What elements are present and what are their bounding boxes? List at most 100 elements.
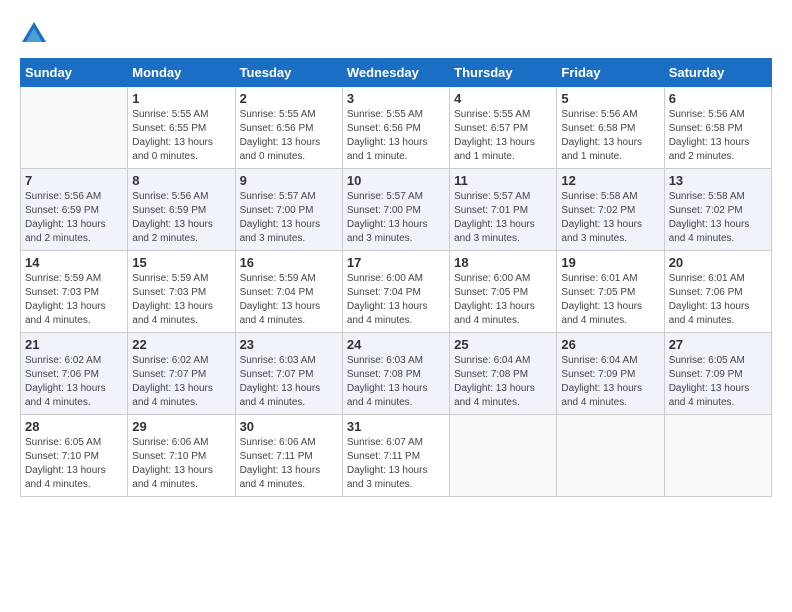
calendar-day-cell: 22Sunrise: 6:02 AMSunset: 7:07 PMDayligh…: [128, 333, 235, 415]
calendar-week-row: 1 Sunrise: 5:55 AMSunset: 6:55 PMDaylight…: [21, 87, 772, 169]
calendar-day-cell: 9 Sunrise: 5:57 AMSunset: 7:00 PMDaylight…: [235, 169, 342, 251]
calendar-day-cell: 25 Sunrise: 6:04 AMSunset: 7:08 PMDayligh…: [450, 333, 557, 415]
weekday-header-wednesday: Wednesday: [342, 59, 449, 87]
day-info: Sunrise: 5:55 AMSunset: 6:57 PMDaylight:…: [454, 108, 552, 164]
day-number: 19: [561, 255, 659, 270]
calendar-day-cell: [450, 415, 557, 497]
day-number: 12: [561, 173, 659, 188]
day-number: 26: [561, 337, 659, 352]
calendar-day-cell: [664, 415, 771, 497]
day-info: Sunrise: 6:06 AMSunset: 7:11 PMDaylight:…: [240, 436, 338, 492]
day-number: 13: [669, 173, 767, 188]
day-number: 5: [561, 91, 659, 106]
day-info: Sunrise: 6:02 AMSunset: 7:06 PMDaylight:…: [25, 354, 123, 410]
calendar-day-cell: 24 Sunrise: 6:03 AMSunset: 7:08 PMDayligh…: [342, 333, 449, 415]
day-number: 9: [240, 173, 338, 188]
calendar-day-cell: 8 Sunrise: 5:56 AMSunset: 6:59 PMDaylight…: [128, 169, 235, 251]
day-number: 7: [25, 173, 123, 188]
day-info: Sunrise: 5:57 AMSunset: 7:01 PMDaylight:…: [454, 190, 552, 246]
day-info: Sunrise: 5:55 AMSunset: 6:56 PMDaylight:…: [240, 108, 338, 164]
calendar-week-row: 7 Sunrise: 5:56 AMSunset: 6:59 PMDaylight…: [21, 169, 772, 251]
day-info: Sunrise: 5:56 AMSunset: 6:58 PMDaylight:…: [669, 108, 767, 164]
day-info: Sunrise: 6:04 AMSunset: 7:09 PMDaylight:…: [561, 354, 659, 410]
day-number: 24: [347, 337, 445, 352]
calendar-day-cell: 30 Sunrise: 6:06 AMSunset: 7:11 PMDayligh…: [235, 415, 342, 497]
day-number: 10: [347, 173, 445, 188]
calendar-day-cell: [557, 415, 664, 497]
day-info: Sunrise: 5:58 AMSunset: 7:02 PMDaylight:…: [561, 190, 659, 246]
day-number: 31: [347, 419, 445, 434]
day-number: 29: [132, 419, 230, 434]
calendar-day-cell: 18 Sunrise: 6:00 AMSunset: 7:05 PMDayligh…: [450, 251, 557, 333]
day-info: Sunrise: 6:01 AMSunset: 7:06 PMDaylight:…: [669, 272, 767, 328]
calendar-day-cell: 2Sunrise: 5:55 AMSunset: 6:56 PMDaylight…: [235, 87, 342, 169]
day-number: 6: [669, 91, 767, 106]
day-number: 15: [132, 255, 230, 270]
day-info: Sunrise: 5:55 AMSunset: 6:55 PMDaylight:…: [132, 108, 230, 164]
day-info: Sunrise: 6:00 AMSunset: 7:05 PMDaylight:…: [454, 272, 552, 328]
calendar-header-row: SundayMondayTuesdayWednesdayThursdayFrid…: [21, 59, 772, 87]
day-info: Sunrise: 6:03 AMSunset: 7:08 PMDaylight:…: [347, 354, 445, 410]
calendar-day-cell: 21Sunrise: 6:02 AMSunset: 7:06 PMDayligh…: [21, 333, 128, 415]
calendar-day-cell: [21, 87, 128, 169]
calendar-day-cell: 23Sunrise: 6:03 AMSunset: 7:07 PMDayligh…: [235, 333, 342, 415]
day-info: Sunrise: 5:56 AMSunset: 6:58 PMDaylight:…: [561, 108, 659, 164]
calendar-day-cell: 15 Sunrise: 5:59 AMSunset: 7:03 PMDayligh…: [128, 251, 235, 333]
weekday-header-sunday: Sunday: [21, 59, 128, 87]
day-number: 4: [454, 91, 552, 106]
calendar-week-row: 28 Sunrise: 6:05 AMSunset: 7:10 PMDayligh…: [21, 415, 772, 497]
page-header: [20, 20, 772, 48]
day-number: 8: [132, 173, 230, 188]
day-number: 1: [132, 91, 230, 106]
calendar-day-cell: 17 Sunrise: 6:00 AMSunset: 7:04 PMDayligh…: [342, 251, 449, 333]
weekday-header-saturday: Saturday: [664, 59, 771, 87]
day-info: Sunrise: 5:56 AMSunset: 6:59 PMDaylight:…: [132, 190, 230, 246]
day-number: 27: [669, 337, 767, 352]
calendar-day-cell: 19Sunrise: 6:01 AMSunset: 7:05 PMDayligh…: [557, 251, 664, 333]
weekday-header-thursday: Thursday: [450, 59, 557, 87]
day-number: 11: [454, 173, 552, 188]
day-number: 25: [454, 337, 552, 352]
day-number: 14: [25, 255, 123, 270]
calendar-table: SundayMondayTuesdayWednesdayThursdayFrid…: [20, 58, 772, 497]
day-info: Sunrise: 5:58 AMSunset: 7:02 PMDaylight:…: [669, 190, 767, 246]
day-info: Sunrise: 6:03 AMSunset: 7:07 PMDaylight:…: [240, 354, 338, 410]
day-info: Sunrise: 6:00 AMSunset: 7:04 PMDaylight:…: [347, 272, 445, 328]
calendar-day-cell: 10 Sunrise: 5:57 AMSunset: 7:00 PMDayligh…: [342, 169, 449, 251]
day-info: Sunrise: 5:59 AMSunset: 7:03 PMDaylight:…: [25, 272, 123, 328]
calendar-day-cell: 31Sunrise: 6:07 AMSunset: 7:11 PMDayligh…: [342, 415, 449, 497]
calendar-week-row: 14 Sunrise: 5:59 AMSunset: 7:03 PMDayligh…: [21, 251, 772, 333]
calendar-day-cell: 1 Sunrise: 5:55 AMSunset: 6:55 PMDaylight…: [128, 87, 235, 169]
calendar-day-cell: 11 Sunrise: 5:57 AMSunset: 7:01 PMDayligh…: [450, 169, 557, 251]
day-info: Sunrise: 5:59 AMSunset: 7:03 PMDaylight:…: [132, 272, 230, 328]
weekday-header-tuesday: Tuesday: [235, 59, 342, 87]
calendar-day-cell: 7 Sunrise: 5:56 AMSunset: 6:59 PMDaylight…: [21, 169, 128, 251]
day-info: Sunrise: 6:06 AMSunset: 7:10 PMDaylight:…: [132, 436, 230, 492]
calendar-day-cell: 16Sunrise: 5:59 AMSunset: 7:04 PMDayligh…: [235, 251, 342, 333]
calendar-day-cell: 20 Sunrise: 6:01 AMSunset: 7:06 PMDayligh…: [664, 251, 771, 333]
day-info: Sunrise: 5:56 AMSunset: 6:59 PMDaylight:…: [25, 190, 123, 246]
calendar-day-cell: 12 Sunrise: 5:58 AMSunset: 7:02 PMDayligh…: [557, 169, 664, 251]
calendar-day-cell: 26 Sunrise: 6:04 AMSunset: 7:09 PMDayligh…: [557, 333, 664, 415]
calendar-day-cell: 6 Sunrise: 5:56 AMSunset: 6:58 PMDaylight…: [664, 87, 771, 169]
day-number: 17: [347, 255, 445, 270]
day-info: Sunrise: 6:02 AMSunset: 7:07 PMDaylight:…: [132, 354, 230, 410]
day-number: 20: [669, 255, 767, 270]
calendar-day-cell: 14 Sunrise: 5:59 AMSunset: 7:03 PMDayligh…: [21, 251, 128, 333]
day-info: Sunrise: 5:57 AMSunset: 7:00 PMDaylight:…: [240, 190, 338, 246]
day-info: Sunrise: 6:05 AMSunset: 7:10 PMDaylight:…: [25, 436, 123, 492]
logo: [20, 20, 52, 48]
calendar-day-cell: 5 Sunrise: 5:56 AMSunset: 6:58 PMDaylight…: [557, 87, 664, 169]
calendar-day-cell: 29 Sunrise: 6:06 AMSunset: 7:10 PMDayligh…: [128, 415, 235, 497]
calendar-day-cell: 3Sunrise: 5:55 AMSunset: 6:56 PMDaylight…: [342, 87, 449, 169]
day-number: 30: [240, 419, 338, 434]
day-info: Sunrise: 6:05 AMSunset: 7:09 PMDaylight:…: [669, 354, 767, 410]
day-info: Sunrise: 5:57 AMSunset: 7:00 PMDaylight:…: [347, 190, 445, 246]
day-number: 28: [25, 419, 123, 434]
weekday-header-monday: Monday: [128, 59, 235, 87]
day-info: Sunrise: 6:04 AMSunset: 7:08 PMDaylight:…: [454, 354, 552, 410]
day-number: 18: [454, 255, 552, 270]
calendar-week-row: 21Sunrise: 6:02 AMSunset: 7:06 PMDayligh…: [21, 333, 772, 415]
weekday-header-friday: Friday: [557, 59, 664, 87]
day-number: 3: [347, 91, 445, 106]
